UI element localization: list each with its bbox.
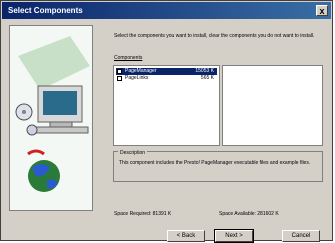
next-button[interactable]: Next > xyxy=(214,229,254,243)
components-label: Components xyxy=(114,55,143,61)
description-text: This component includes the Presto! Page… xyxy=(119,160,311,166)
list-item[interactable]: PageLinks 565 K xyxy=(116,75,217,82)
computer-icon xyxy=(10,26,92,210)
select-components-dialog: Select Components x Select the component… xyxy=(0,0,333,243)
component-size: 565 K xyxy=(200,75,214,81)
title-bar[interactable]: Select Components x xyxy=(2,2,331,19)
instructions-text: Select the components you want to instal… xyxy=(114,33,315,39)
description-title: Description xyxy=(118,150,148,157)
space-available: Space Available: 281602 K xyxy=(219,211,279,217)
window-title: Select Components xyxy=(8,6,83,15)
cancel-button[interactable]: Cancel xyxy=(282,230,320,242)
subcomponents-pane xyxy=(222,65,323,146)
component-size: 15053 K xyxy=(195,68,214,74)
checkbox-checked-icon[interactable] xyxy=(117,76,122,81)
component-name: PageManager xyxy=(125,68,157,74)
components-list[interactable]: PageManager 15053 K PageLinks 565 K xyxy=(113,65,220,146)
back-button[interactable]: < Back xyxy=(167,230,205,242)
wizard-artwork xyxy=(9,25,93,211)
checkbox-checked-icon[interactable] xyxy=(117,69,122,74)
component-name: PageLinks xyxy=(125,75,149,81)
close-button[interactable]: x xyxy=(316,5,328,16)
list-item[interactable]: PageManager 15053 K xyxy=(116,68,217,75)
space-required: Space Required: 81391 K xyxy=(114,211,172,217)
